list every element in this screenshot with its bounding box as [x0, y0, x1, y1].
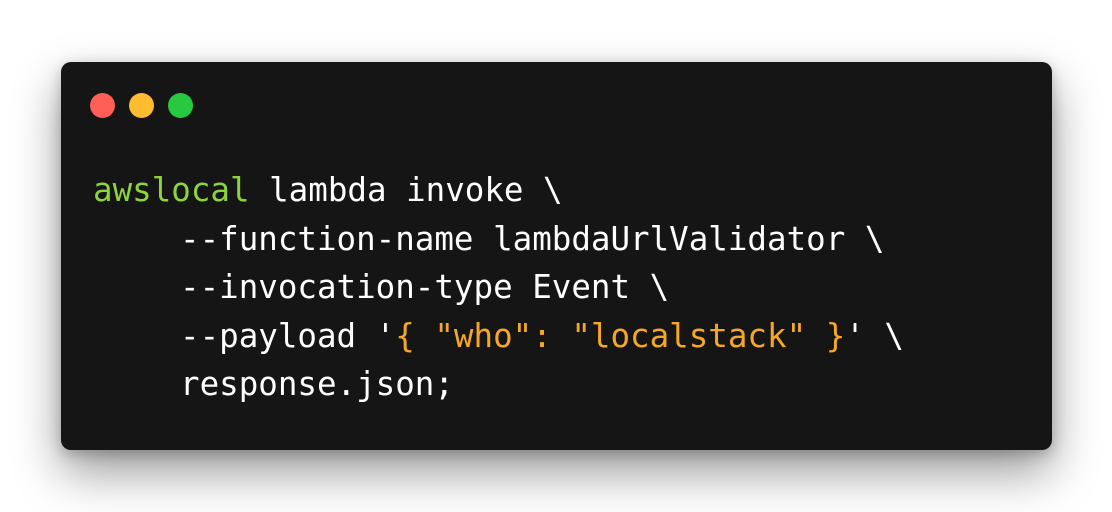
minimize-icon[interactable]: [129, 93, 154, 118]
payload-json: { "who": "localstack" }: [395, 316, 846, 355]
code-line-3: --invocation-type Event \: [180, 268, 670, 306]
close-icon[interactable]: [90, 93, 115, 118]
code-line-2: --function-name lambdaUrlValidator \: [180, 219, 885, 258]
payload-flag: --payload ': [180, 316, 396, 355]
code-line-1: awslocal lambda invoke \: [93, 166, 904, 215]
code-block: awslocal lambda invoke \ --function-name …: [93, 166, 904, 409]
command-args: lambda invoke \: [249, 171, 563, 209]
maximize-icon[interactable]: [168, 93, 193, 118]
payload-end: ' \: [845, 316, 904, 355]
code-line-5: response.json;: [180, 365, 454, 403]
command-token: awslocal: [93, 171, 250, 209]
code-line-4: --payload '{ "who": "localstack" }' \: [93, 312, 904, 361]
window-controls: [90, 93, 193, 118]
terminal-window: awslocal lambda invoke \ --function-name …: [61, 62, 1052, 450]
